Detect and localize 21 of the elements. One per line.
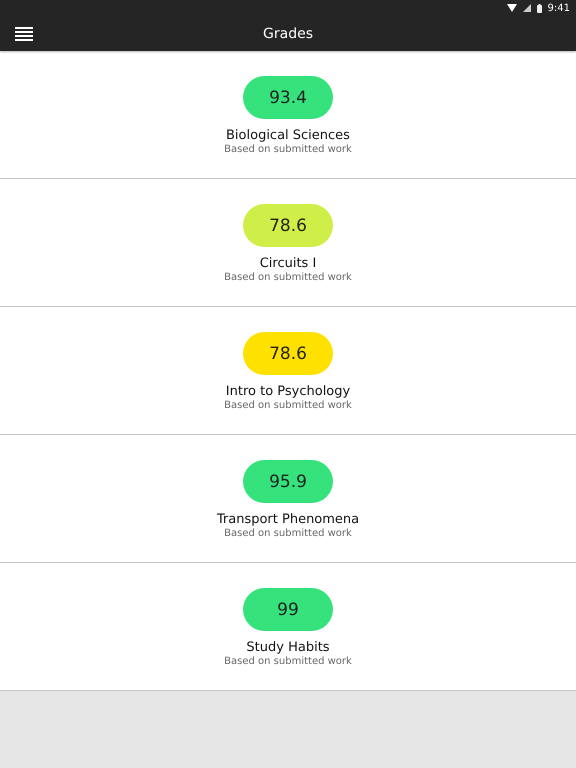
screen-title: Grades bbox=[263, 26, 313, 42]
signal-icon bbox=[522, 4, 531, 12]
grade-badge: 99 bbox=[243, 588, 333, 631]
course-name: Intro to Psychology bbox=[226, 384, 350, 399]
grade-note: Based on submitted work bbox=[224, 656, 352, 667]
grade-badge: 78.6 bbox=[243, 204, 333, 247]
grade-note: Based on submitted work bbox=[224, 144, 352, 155]
wifi-icon bbox=[506, 4, 517, 12]
grade-badge: 95.9 bbox=[243, 460, 333, 503]
grade-badge: 93.4 bbox=[243, 76, 333, 119]
menu-icon[interactable] bbox=[15, 26, 33, 40]
status-time: 9:41 bbox=[548, 2, 570, 14]
grade-note: Based on submitted work bbox=[224, 272, 352, 283]
grade-badge: 78.6 bbox=[243, 332, 333, 375]
grade-note: Based on submitted work bbox=[224, 528, 352, 539]
course-name: Study Habits bbox=[246, 640, 330, 655]
course-name: Circuits I bbox=[260, 256, 316, 271]
battery-icon bbox=[536, 4, 542, 12]
course-name: Biological Sciences bbox=[226, 128, 350, 143]
grade-note: Based on submitted work bbox=[224, 400, 352, 411]
course-name: Transport Phenomena bbox=[216, 512, 360, 527]
